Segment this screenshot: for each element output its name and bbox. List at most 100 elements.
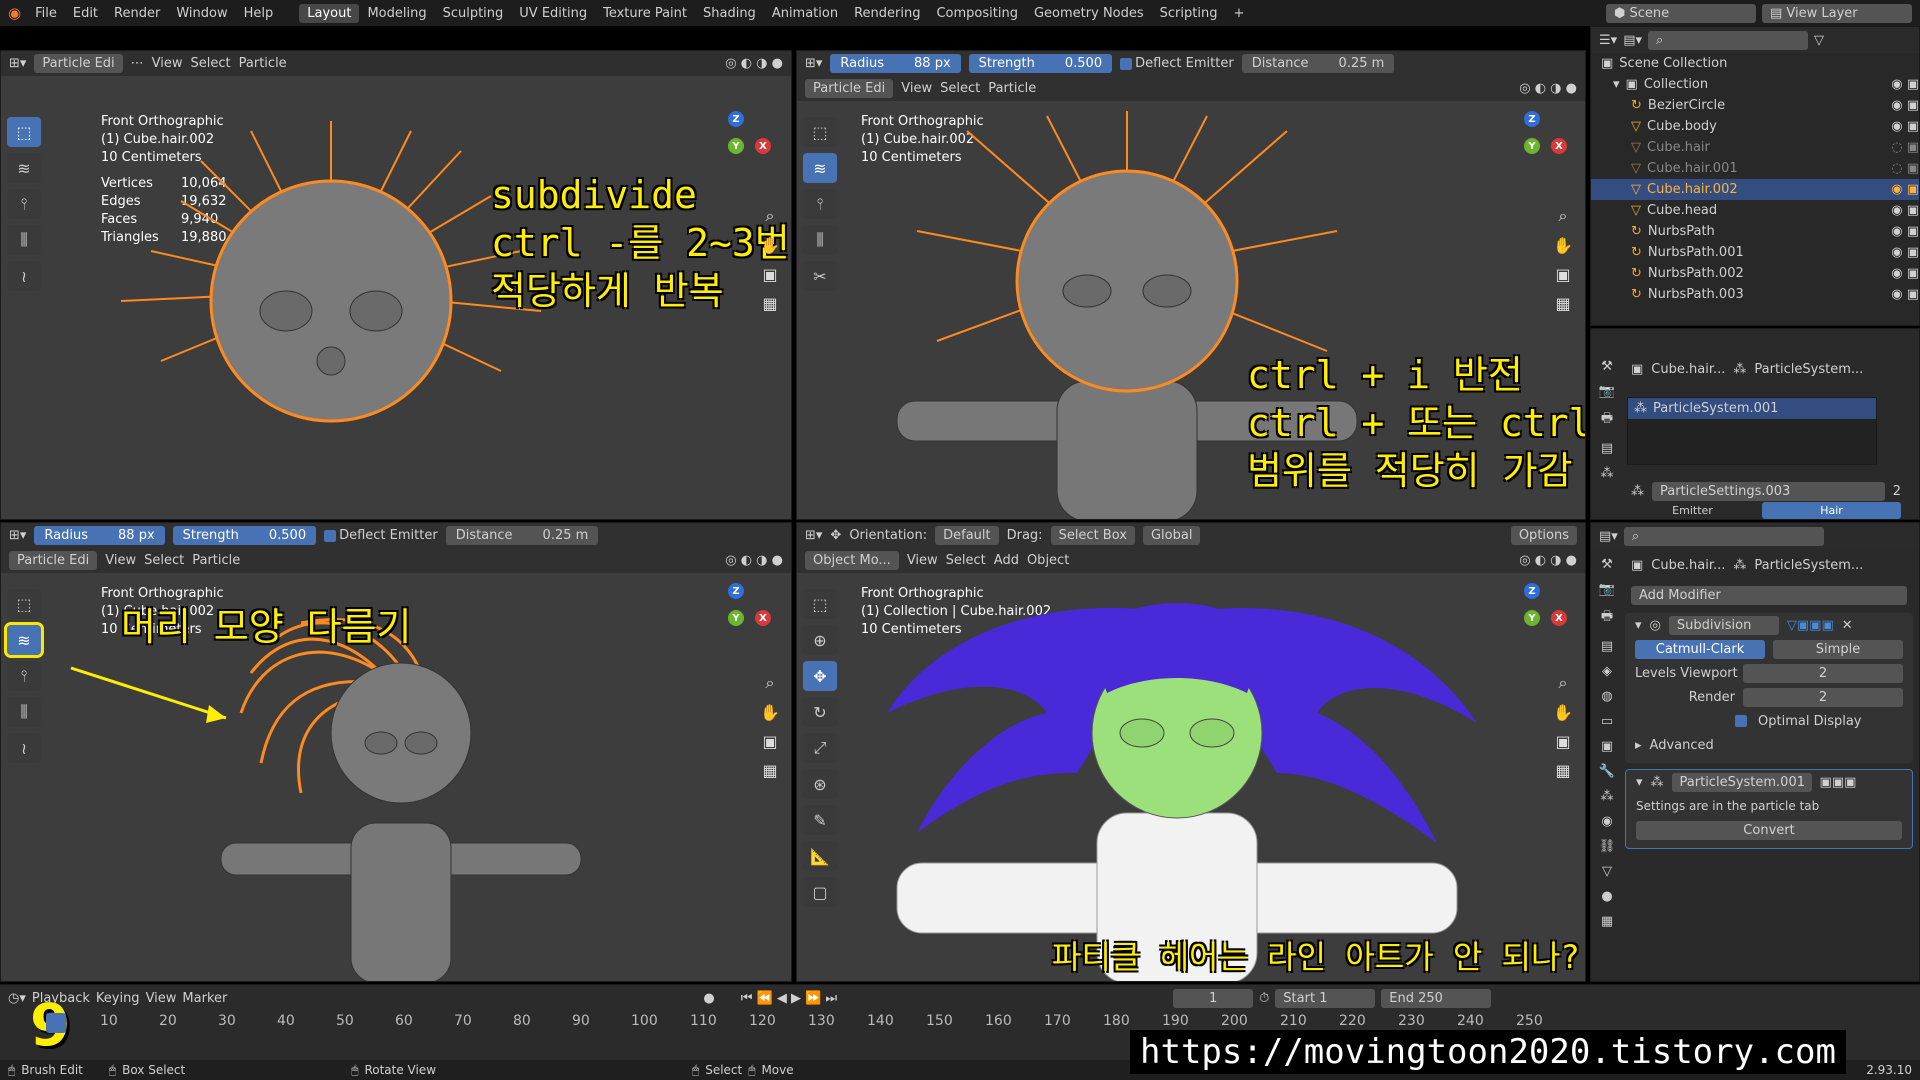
tab-scripting[interactable]: Scripting — [1152, 4, 1226, 23]
zoom-icon[interactable]: ⌕ — [766, 206, 775, 226]
viewport-top-left[interactable]: ⊞▾ Particle Edi ⋯ View Select Particle ◎… — [0, 50, 792, 520]
outliner-item[interactable]: ▽ Cube.hair ◌ ▣ — [1591, 137, 1919, 158]
tab-hair[interactable]: Hair — [1762, 501, 1901, 519]
tab-texture-paint[interactable]: Texture Paint — [595, 4, 695, 23]
end-frame-field[interactable]: End 250 — [1381, 988, 1492, 1008]
menu-view[interactable]: View — [907, 553, 938, 568]
visibility-eye-icon[interactable]: ◌ ▣ — [1891, 161, 1919, 176]
advanced-subpanel[interactable]: ▸ Advanced — [1625, 733, 1913, 757]
shading-icon[interactable]: ◎ ◐ ◑ ● — [1519, 553, 1577, 568]
pan-hand-icon[interactable]: ✋ — [760, 236, 780, 255]
particle-system-list-item[interactable]: ⁂ ParticleSystem.001 — [1628, 398, 1876, 419]
menu-marker[interactable]: Marker — [182, 991, 227, 1006]
visibility-eye-icon[interactable]: ◉ ▣ — [1891, 182, 1919, 197]
tab-shading[interactable]: Shading — [695, 4, 764, 23]
editor-type-icon[interactable]: ⊞▾ — [9, 528, 26, 543]
gizmo-x-axis[interactable]: X — [1551, 138, 1567, 154]
menu-object[interactable]: Object — [1027, 553, 1069, 568]
menu-file[interactable]: File — [27, 4, 65, 23]
convert-button[interactable]: Convert — [1636, 820, 1902, 840]
tab-layout[interactable]: Layout — [299, 3, 360, 23]
gizmo-x-axis[interactable]: X — [1551, 610, 1567, 626]
menu-select[interactable]: Select — [940, 81, 980, 96]
modifier-toggle-icons[interactable]: ▽▣▣▣ — [1787, 618, 1834, 633]
tab-compositing[interactable]: Compositing — [928, 4, 1026, 23]
grid-icon[interactable]: ▦ — [762, 761, 777, 780]
start-frame-field[interactable]: Start 1 — [1275, 988, 1376, 1008]
viewport-top-right[interactable]: ⊞▾ Radius 88 px Strength 0.500 Deflect Emi… — [796, 50, 1586, 520]
modifier-name-field[interactable]: ParticleSystem.001 — [1671, 772, 1812, 792]
optimal-display-row[interactable]: Optimal Display — [1625, 709, 1913, 733]
menu-keying[interactable]: Keying — [96, 991, 140, 1006]
menu-view[interactable]: View — [146, 991, 177, 1006]
zoom-icon[interactable]: ⌕ — [1559, 206, 1568, 226]
gizmo-y-axis[interactable]: Y — [1524, 138, 1540, 154]
distance-field[interactable]: Distance 0.25 m — [1241, 54, 1395, 73]
view-layer-tab-icon[interactable]: ▤ — [1601, 639, 1613, 654]
levels-viewport-field[interactable]: 2 — [1743, 663, 1903, 683]
menu-particle[interactable]: Particle — [192, 553, 240, 568]
deflect-emitter-checkbox[interactable]: Deflect Emitter — [1120, 56, 1234, 71]
viewport-bottom-right[interactable]: ⊞▾ ✥ Orientation: Default Drag: Select B… — [796, 522, 1586, 982]
add-modifier-dropdown[interactable]: Add Modifier — [1631, 585, 1907, 605]
scene-tab-icon[interactable]: ◈ — [1602, 664, 1612, 679]
mode-selector[interactable]: Object Mo... — [805, 551, 899, 570]
playhead[interactable] — [46, 1013, 66, 1033]
select-mode-icon[interactable]: ⋯ — [131, 56, 144, 71]
tab-modeling[interactable]: Modeling — [359, 4, 434, 23]
grid-icon[interactable]: ▦ — [1555, 294, 1570, 313]
drag-dropdown[interactable]: Select Box — [1050, 526, 1135, 545]
outliner-item[interactable]: ↻ NurbsPath.003 ◉ ▣ — [1591, 284, 1919, 305]
visibility-eye-icon[interactable]: ◉ ▣ — [1891, 203, 1919, 218]
menu-render[interactable]: Render — [106, 4, 168, 23]
zoom-icon[interactable]: ⌕ — [1559, 673, 1568, 693]
close-icon[interactable]: ✕ — [1842, 618, 1853, 633]
visibility-eye-icon[interactable]: ◉ ▣ — [1891, 245, 1919, 260]
tab-animation[interactable]: Animation — [764, 4, 846, 23]
modifier-toggle-icons[interactable]: ▣▣▣ — [1820, 775, 1857, 790]
filter-icon[interactable]: ▽ — [1814, 33, 1824, 48]
visibility-eye-icon[interactable]: ◌ ▣ — [1891, 140, 1919, 155]
editor-type-icon[interactable]: ◷▾ — [8, 991, 26, 1006]
mode-selector[interactable]: Particle Edi — [9, 551, 98, 570]
view-layer-selector[interactable]: ▤ View Layer — [1762, 3, 1912, 23]
outliner-scene-collection[interactable]: ▣ Scene Collection — [1591, 53, 1919, 74]
tool-tab-icon[interactable]: ⚒ — [1601, 359, 1613, 374]
viewport-bottom-left[interactable]: ⊞▾ Radius 88 px Strength 0.500 Deflect Emi… — [0, 522, 792, 982]
visibility-eye-icon[interactable]: ◉ ▣ — [1891, 119, 1919, 134]
editor-type-icon[interactable]: ⊞▾ — [805, 528, 822, 543]
modifier-tab-icon[interactable]: 🔧 — [1599, 764, 1615, 779]
editor-type-icon[interactable]: ☰▾ — [1599, 33, 1617, 48]
camera-icon[interactable]: ▣ — [762, 265, 777, 284]
navigation-gizmo[interactable]: Z Y X — [701, 583, 771, 653]
gizmo-y-axis[interactable]: Y — [728, 610, 744, 626]
pan-hand-icon[interactable]: ✋ — [1553, 703, 1573, 722]
visibility-eye-icon[interactable]: ◉ ▣ — [1891, 266, 1919, 281]
output-tab-icon[interactable]: 🖶 — [1601, 607, 1613, 629]
display-mode-icon[interactable]: ▤▾ — [1623, 33, 1642, 48]
menu-view[interactable]: View — [901, 81, 932, 96]
expand-icon[interactable]: ▾ — [1613, 77, 1620, 92]
particle-settings-row[interactable]: ⁂ ParticleSettings.003 2 — [1621, 479, 1911, 503]
shading-icon[interactable]: ◎ ◐ ◑ ● — [725, 56, 783, 71]
gizmo-z-axis[interactable]: Z — [1524, 111, 1540, 127]
particle-settings-selector[interactable]: ParticleSettings.003 — [1652, 481, 1885, 501]
transform-orientation-dropdown[interactable]: Global — [1142, 526, 1201, 545]
outliner-item[interactable]: ↻ BezierCircle ◉ ▣ — [1591, 95, 1919, 116]
gizmo-z-axis[interactable]: Z — [728, 111, 744, 127]
pan-hand-icon[interactable]: ✋ — [1553, 236, 1573, 255]
visibility-eye-icon[interactable]: ◉ ▣ — [1891, 287, 1919, 302]
deflect-emitter-checkbox[interactable]: Deflect Emitter — [324, 528, 438, 543]
tab-emitter[interactable]: Emitter — [1631, 504, 1754, 517]
menu-particle[interactable]: Particle — [239, 56, 287, 71]
menu-add[interactable]: Add — [994, 553, 1019, 568]
texture-tab-icon[interactable]: ▦ — [1601, 914, 1613, 929]
constraints-tab-icon[interactable]: ⛓ — [1599, 839, 1616, 854]
strength-field[interactable]: Strength 0.500 — [172, 526, 317, 545]
data-tab-icon[interactable]: ▽ — [1602, 864, 1612, 879]
menu-select[interactable]: Select — [144, 553, 184, 568]
menu-view[interactable]: View — [105, 553, 136, 568]
outliner-item[interactable]: ↻ NurbsPath.002 ◉ ▣ — [1591, 263, 1919, 284]
record-icon[interactable]: ● — [703, 991, 714, 1006]
tab-uv-editing[interactable]: UV Editing — [511, 4, 595, 23]
